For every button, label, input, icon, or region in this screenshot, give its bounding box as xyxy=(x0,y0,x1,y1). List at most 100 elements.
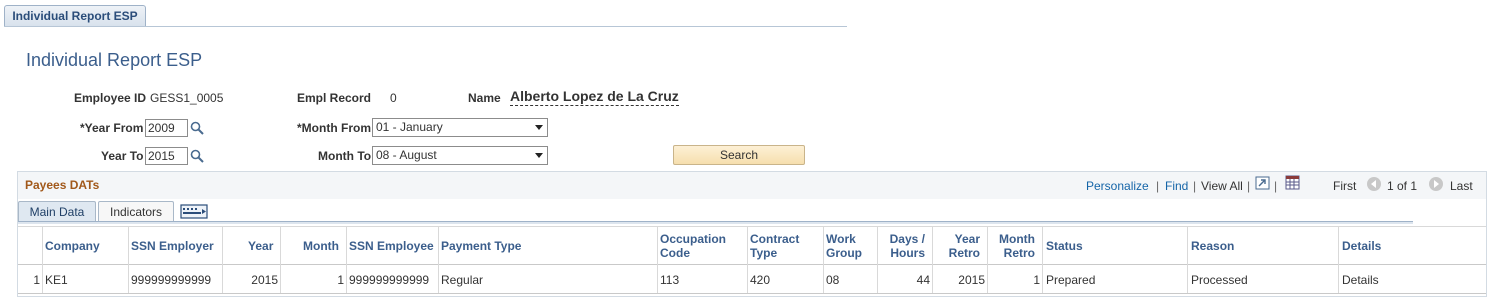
row-range: 1 of 1 xyxy=(1387,179,1418,193)
column-divider xyxy=(932,226,933,294)
page-title: Individual Report ESP xyxy=(26,50,203,70)
details-link[interactable]: Details xyxy=(1342,273,1379,287)
col-year[interactable]: Year xyxy=(248,239,273,253)
cell-year-retro: 2015 xyxy=(958,273,985,287)
col-month-retro[interactable]: Month Retro xyxy=(992,232,1035,260)
column-divider xyxy=(128,226,129,294)
col-details: Details xyxy=(1342,239,1382,253)
column-divider xyxy=(222,226,223,294)
search-button[interactable]: Search xyxy=(673,145,805,165)
col-days-hours-line1: Days / xyxy=(889,232,925,246)
cell-occupation-code: 113 xyxy=(660,273,680,287)
nav-separator: | xyxy=(1247,179,1251,193)
col-occupation-code[interactable]: Occupation Code xyxy=(660,232,726,260)
col-company[interactable]: Company xyxy=(45,239,100,253)
year-to-input[interactable]: 2015 xyxy=(145,147,188,165)
column-divider xyxy=(280,226,281,294)
column-divider xyxy=(823,226,824,294)
column-divider xyxy=(877,226,878,294)
name-label: Name xyxy=(468,91,501,105)
cell-ssn-employee: 999999999999 xyxy=(349,273,430,287)
row-divider xyxy=(18,293,1486,294)
nav-separator: | xyxy=(1274,179,1278,193)
col-month[interactable]: Month xyxy=(303,239,339,253)
cell-payment-type: Regular xyxy=(441,273,484,287)
col-month-retro-line1: Month xyxy=(999,232,1035,246)
employee-name[interactable]: Alberto Lopez de La Cruz xyxy=(510,88,679,106)
col-work-group[interactable]: Work Group xyxy=(826,232,862,260)
month-from-label: *Month From xyxy=(297,121,371,135)
year-from-input[interactable]: 2009 xyxy=(145,119,188,137)
cell-year: 2015 xyxy=(251,273,278,287)
nav-separator: | xyxy=(1156,179,1160,193)
cell-contract-type: 420 xyxy=(750,273,771,287)
col-reason[interactable]: Reason xyxy=(1191,239,1234,253)
page-tab-divider xyxy=(4,26,847,27)
col-days-hours[interactable]: Days / Hours xyxy=(880,232,925,260)
first-link[interactable]: First xyxy=(1333,179,1356,193)
col-work-group-line1: Work xyxy=(826,232,856,246)
cell-days-hours: 44 xyxy=(916,273,930,287)
empl-record-value: 0 xyxy=(390,91,397,105)
col-occupation-code-line2: Code xyxy=(660,246,690,260)
chevron-down-icon xyxy=(535,153,543,158)
grid-title: Payees DATs xyxy=(25,178,100,192)
tab-main-data[interactable]: Main Data xyxy=(18,201,96,222)
chevron-down-icon xyxy=(535,125,543,130)
month-from-value: 01 - January xyxy=(376,120,443,134)
view-all-link[interactable]: View All xyxy=(1201,179,1243,193)
page-tab[interactable]: Individual Report ESP xyxy=(4,5,146,27)
employee-id-value: GESS1_0005 xyxy=(150,91,224,105)
col-ssn-employer[interactable]: SSN Employer xyxy=(131,239,214,253)
year-from-lookup-icon[interactable] xyxy=(190,121,204,135)
col-contract-type[interactable]: Contract Type xyxy=(750,232,799,260)
previous-arrow-icon[interactable] xyxy=(1367,177,1381,191)
col-contract-type-line1: Contract xyxy=(750,232,800,246)
empl-record-label: Empl Record xyxy=(297,91,372,105)
col-work-group-line2: Group xyxy=(826,246,862,260)
col-month-retro-line2: Retro xyxy=(1003,246,1035,260)
tab-divider-shadow xyxy=(18,222,1413,224)
column-divider xyxy=(42,226,43,294)
personalize-link[interactable]: Personalize xyxy=(1086,179,1149,193)
column-divider xyxy=(747,226,748,294)
month-to-label: Month To xyxy=(318,149,372,163)
col-year-retro-line1: Year xyxy=(954,232,980,246)
month-from-select[interactable]: 01 - January xyxy=(372,118,548,137)
show-all-columns-icon[interactable] xyxy=(180,204,208,219)
year-to-label: Year To xyxy=(101,149,144,163)
col-status[interactable]: Status xyxy=(1046,239,1083,253)
column-divider xyxy=(987,226,988,294)
col-payment-type[interactable]: Payment Type xyxy=(441,239,521,253)
download-excel-icon[interactable] xyxy=(1285,175,1301,191)
tab-indicators[interactable]: Indicators xyxy=(98,201,174,222)
year-to-lookup-icon[interactable] xyxy=(190,149,204,163)
next-arrow-icon[interactable] xyxy=(1429,177,1443,191)
cell-ssn-employer: 999999999999 xyxy=(131,273,212,287)
month-to-select[interactable]: 08 - August xyxy=(372,146,548,165)
cell-work-group: 08 xyxy=(826,273,840,287)
col-occupation-code-line1: Occupation xyxy=(660,232,727,246)
col-year-retro-line2: Retro xyxy=(948,246,980,260)
cell-company: KE1 xyxy=(45,273,68,287)
last-link[interactable]: Last xyxy=(1450,179,1473,193)
find-link[interactable]: Find xyxy=(1165,179,1188,193)
cell-status: Prepared xyxy=(1046,273,1096,287)
column-divider xyxy=(1042,226,1043,294)
column-divider xyxy=(1187,226,1188,294)
column-divider xyxy=(657,226,658,294)
cell-month-retro: 1 xyxy=(1033,273,1040,287)
employee-id-label: Employee ID xyxy=(74,91,147,105)
cell-reason: Processed xyxy=(1191,273,1248,287)
col-year-retro[interactable]: Year Retro xyxy=(940,232,980,260)
cell-month: 1 xyxy=(337,273,344,287)
row-number: 1 xyxy=(33,273,40,287)
col-ssn-employee[interactable]: SSN Employee xyxy=(349,239,434,253)
nav-separator: | xyxy=(1193,179,1197,193)
column-divider xyxy=(438,226,439,294)
month-to-value: 08 - August xyxy=(376,148,437,162)
col-contract-type-line2: Type xyxy=(750,246,778,260)
zoom-grid-icon[interactable] xyxy=(1255,176,1270,190)
col-days-hours-line2: Hours xyxy=(890,246,925,260)
year-from-label: *Year From xyxy=(80,121,144,135)
